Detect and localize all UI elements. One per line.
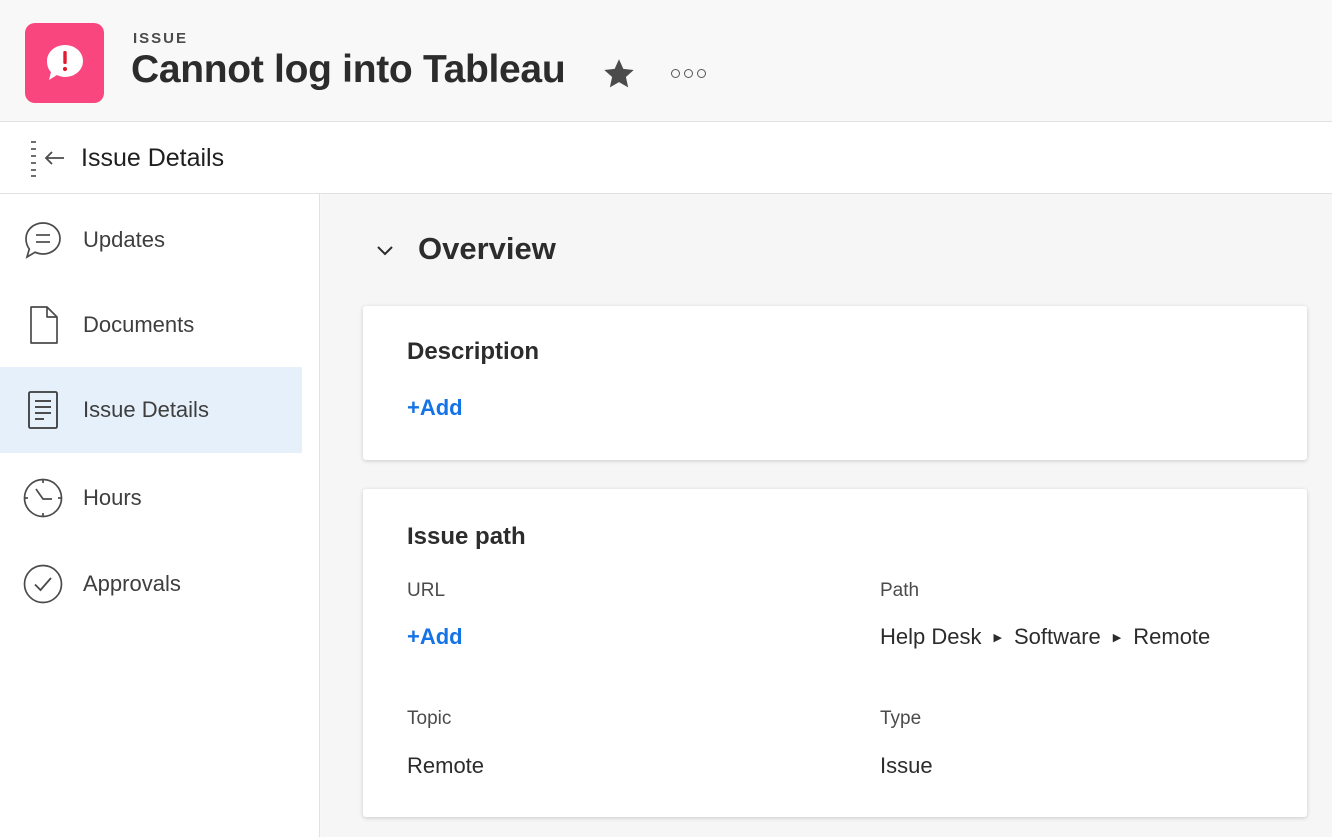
subheader-title: Issue Details xyxy=(81,144,225,172)
topic-label: Topic xyxy=(407,708,452,729)
caret-right-icon: ▶ xyxy=(1112,631,1122,644)
more-dot xyxy=(696,68,706,78)
sidebar-item-documents[interactable]: Documents xyxy=(0,282,302,368)
collapse-panel-icon xyxy=(31,141,64,177)
more-options-button[interactable] xyxy=(664,60,712,86)
url-label: URL xyxy=(407,580,446,601)
overview-collapse-toggle[interactable] xyxy=(371,237,399,265)
issue-path-card: Issue path URL +Add Path Help Desk ▶ Sof… xyxy=(363,489,1307,817)
details-icon xyxy=(22,389,64,431)
url-add-link[interactable]: +Add xyxy=(407,624,463,650)
more-dot xyxy=(670,68,680,78)
type-value[interactable]: Issue xyxy=(880,753,933,779)
sidebar-item-issue-details[interactable]: Issue Details xyxy=(0,367,302,453)
section-title-overview: Overview xyxy=(418,231,556,266)
page-title[interactable]: Cannot log into Tableau xyxy=(131,48,566,92)
path-segment[interactable]: Help Desk xyxy=(880,624,981,650)
type-label: Type xyxy=(880,708,922,729)
issue-path-title: Issue path xyxy=(407,523,526,550)
path-label: Path xyxy=(880,580,920,601)
description-add-link[interactable]: +Add xyxy=(407,395,463,421)
chevron-down-icon xyxy=(377,246,393,256)
caret-right-icon: ▶ xyxy=(993,631,1002,644)
sidebar-item-label: Hours xyxy=(83,485,142,510)
issue-speech-bubble-icon xyxy=(25,23,104,103)
star-icon xyxy=(604,59,634,88)
sidebar-item-label: Approvals xyxy=(83,571,181,596)
document-icon xyxy=(22,304,64,346)
path-segment[interactable]: Software xyxy=(1014,624,1101,650)
chat-bubble-icon xyxy=(22,219,64,261)
check-circle-icon xyxy=(22,563,64,605)
sidebar-item-label: Documents xyxy=(83,312,195,337)
sidebar-item-label: Issue Details xyxy=(83,397,209,422)
object-type-label: ISSUE xyxy=(133,30,189,47)
topic-value[interactable]: Remote xyxy=(407,753,484,779)
clock-icon xyxy=(22,477,64,519)
sidebar-item-label: Updates xyxy=(83,227,165,252)
path-breadcrumb: Help Desk ▶ Software ▶ Remote xyxy=(880,624,1210,650)
sidebar-item-hours[interactable]: Hours xyxy=(0,455,302,541)
description-card: Description +Add xyxy=(363,306,1307,460)
description-title: Description xyxy=(407,338,540,365)
page-header: ISSUE Cannot log into Tableau xyxy=(0,0,1332,122)
sidebar-item-approvals[interactable]: Approvals xyxy=(0,541,302,627)
favorite-button[interactable] xyxy=(598,54,640,94)
collapse-panel-button[interactable] xyxy=(28,140,68,178)
path-segment[interactable]: Remote xyxy=(1133,624,1210,650)
sidebar-item-updates[interactable]: Updates xyxy=(0,197,302,283)
more-dot xyxy=(683,68,693,78)
